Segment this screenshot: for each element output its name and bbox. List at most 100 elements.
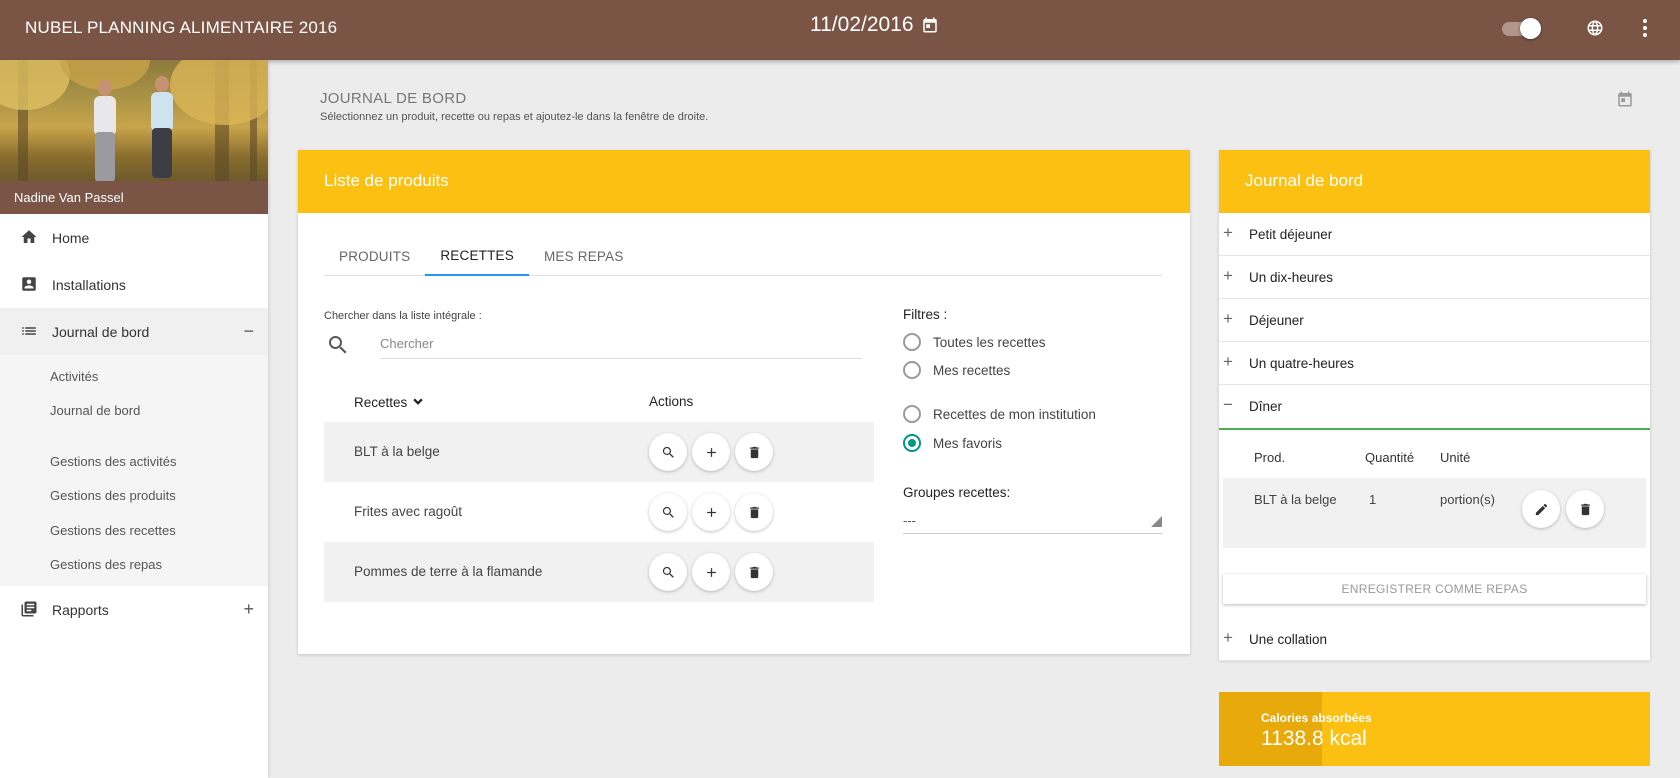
trash-icon xyxy=(1580,503,1590,515)
meal-label: Petit déjeuner xyxy=(1249,227,1333,242)
calendar-icon[interactable] xyxy=(1616,90,1634,108)
filter-all-recipes[interactable]: Toutes les recettes xyxy=(903,333,1046,351)
expand-toggle[interactable]: + xyxy=(1223,267,1233,285)
col-product: Prod. xyxy=(1254,450,1286,465)
recipe-groups-select[interactable]: --- xyxy=(903,508,1162,534)
sidebar-subitem-gestion-activites[interactable]: Gestions des activités xyxy=(0,444,268,479)
library-books-icon xyxy=(21,601,37,617)
diner-table-header: Prod. Quantité Unité xyxy=(1223,450,1646,478)
search-icon xyxy=(662,506,674,518)
page-title: JOURNAL DE BORD xyxy=(320,90,467,107)
table-row[interactable]: BLT à la belge xyxy=(324,422,874,482)
filters-title: Filtres : xyxy=(903,307,948,322)
delete-button[interactable] xyxy=(735,493,773,531)
table-header: Recettes Actions xyxy=(324,386,874,416)
save-as-meal-button[interactable]: ENREGISTRER COMME REPAS xyxy=(1223,574,1646,604)
tab-mes-repas[interactable]: MES REPAS xyxy=(529,236,639,276)
mode-toggle[interactable] xyxy=(1500,18,1542,39)
search-input[interactable] xyxy=(380,329,862,359)
meal-petit-dejeuner[interactable]: + Petit déjeuner xyxy=(1219,213,1650,256)
delete-button[interactable] xyxy=(735,433,773,471)
recettes-column-header[interactable]: Recettes xyxy=(354,394,426,410)
actions-column-header: Actions xyxy=(649,394,694,409)
calories-label: Calories absorbées xyxy=(1261,711,1372,725)
meal-diner[interactable]: − Dîner xyxy=(1219,385,1650,430)
more-vert-icon[interactable] xyxy=(1637,17,1653,39)
chevron-down-icon[interactable] xyxy=(410,394,426,410)
plus-icon xyxy=(706,447,716,457)
calendar-icon[interactable] xyxy=(921,16,939,34)
tab-produits[interactable]: PRODUITS xyxy=(324,236,425,276)
recipe-name: Pommes de terre à la flamande xyxy=(354,564,543,579)
table-row[interactable]: BLT à la belge 1 portion(s) xyxy=(1223,478,1646,548)
table-row[interactable]: Pommes de terre à la flamande xyxy=(324,542,874,602)
journal-card-title: Journal de bord xyxy=(1219,150,1650,213)
expand-toggle[interactable]: + xyxy=(1223,310,1233,328)
col-quantity: Quantité xyxy=(1365,450,1415,465)
dropdown-arrow-icon xyxy=(1151,516,1162,527)
current-date[interactable]: 11/02/2016 xyxy=(810,13,914,37)
diner-quantity: 1 xyxy=(1369,492,1377,507)
edit-button[interactable] xyxy=(1522,490,1560,528)
sidebar-subitem-journal[interactable]: Journal de bord xyxy=(0,394,268,429)
filter-institution-recipes[interactable]: Recettes de mon institution xyxy=(903,405,1096,423)
globe-icon[interactable] xyxy=(1586,19,1604,37)
products-card-title: Liste de produits xyxy=(298,150,1190,213)
view-button[interactable] xyxy=(649,493,687,531)
journal-submenu: Activités Journal de bord Gestions des a… xyxy=(0,355,268,586)
sidebar-nav: Home Installations Journal de bord − Act… xyxy=(0,214,268,633)
sidebar-item-installations[interactable]: Installations xyxy=(0,261,268,308)
add-button[interactable] xyxy=(692,493,730,531)
radio-button-checked[interactable] xyxy=(903,434,921,452)
app-title: NUBEL PLANNING ALIMENTAIRE 2016 xyxy=(25,18,338,37)
expand-toggle[interactable]: + xyxy=(1223,629,1233,647)
view-button[interactable] xyxy=(649,433,687,471)
add-button[interactable] xyxy=(692,553,730,591)
user-name: Nadine Van Passel xyxy=(0,181,268,214)
meal-quatre-heures[interactable]: + Un quatre-heures xyxy=(1219,342,1650,385)
radio-label: Mes favoris xyxy=(933,435,1003,451)
sidebar-subitem-gestion-repas[interactable]: Gestions des repas xyxy=(0,548,268,583)
profile-banner-image xyxy=(0,60,268,181)
recipe-name: BLT à la belge xyxy=(354,444,440,459)
trash-icon xyxy=(749,566,759,578)
sidebar-item-rapports[interactable]: Rapports + xyxy=(0,586,268,633)
view-button[interactable] xyxy=(649,553,687,591)
list-icon xyxy=(22,327,36,335)
radio-button[interactable] xyxy=(903,333,921,351)
sidebar-subitem-gestion-produits[interactable]: Gestions des produits xyxy=(0,479,268,514)
meal-dix-heures[interactable]: + Un dix-heures xyxy=(1219,256,1650,299)
search-icon xyxy=(662,566,674,578)
filter-my-recipes[interactable]: Mes recettes xyxy=(903,361,1010,379)
meal-collation[interactable]: + Une collation xyxy=(1219,618,1650,661)
sidebar-subitem-activites[interactable]: Activités xyxy=(0,359,268,394)
column-label: Recettes xyxy=(354,394,408,410)
filter-favorites[interactable]: Mes favoris xyxy=(903,434,1002,452)
radio-button[interactable] xyxy=(903,361,921,379)
tab-recettes[interactable]: RECETTES xyxy=(425,236,529,276)
sidebar-subitem-gestion-recettes[interactable]: Gestions des recettes xyxy=(0,513,268,548)
collapse-toggle[interactable]: − xyxy=(1223,396,1233,414)
sidebar-item-label: Home xyxy=(52,229,90,246)
expand-toggle[interactable]: + xyxy=(243,599,254,619)
toggle-knob[interactable] xyxy=(1520,18,1541,39)
sidebar-item-home[interactable]: Home xyxy=(0,214,268,261)
sidebar-item-journal[interactable]: Journal de bord − xyxy=(0,308,268,355)
sidebar-item-label: Rapports xyxy=(52,601,109,618)
trash-icon xyxy=(749,506,759,518)
collapse-toggle[interactable]: − xyxy=(243,321,254,341)
badge-icon xyxy=(22,277,36,291)
delete-button[interactable] xyxy=(1566,490,1604,528)
date-picker[interactable]: 11/02/2016 xyxy=(810,13,939,37)
meal-label: Déjeuner xyxy=(1249,313,1304,328)
submenu-gap xyxy=(0,428,268,444)
products-card: Liste de produits PRODUITS RECETTES MES … xyxy=(298,150,1190,654)
expand-toggle[interactable]: + xyxy=(1223,224,1233,242)
expand-toggle[interactable]: + xyxy=(1223,353,1233,371)
delete-button[interactable] xyxy=(735,553,773,591)
add-button[interactable] xyxy=(692,433,730,471)
meal-dejeuner[interactable]: + Déjeuner xyxy=(1219,299,1650,342)
radio-button[interactable] xyxy=(903,405,921,423)
groups-label: Groupes recettes: xyxy=(903,485,1011,500)
table-row[interactable]: Frites avec ragoût xyxy=(324,482,874,542)
